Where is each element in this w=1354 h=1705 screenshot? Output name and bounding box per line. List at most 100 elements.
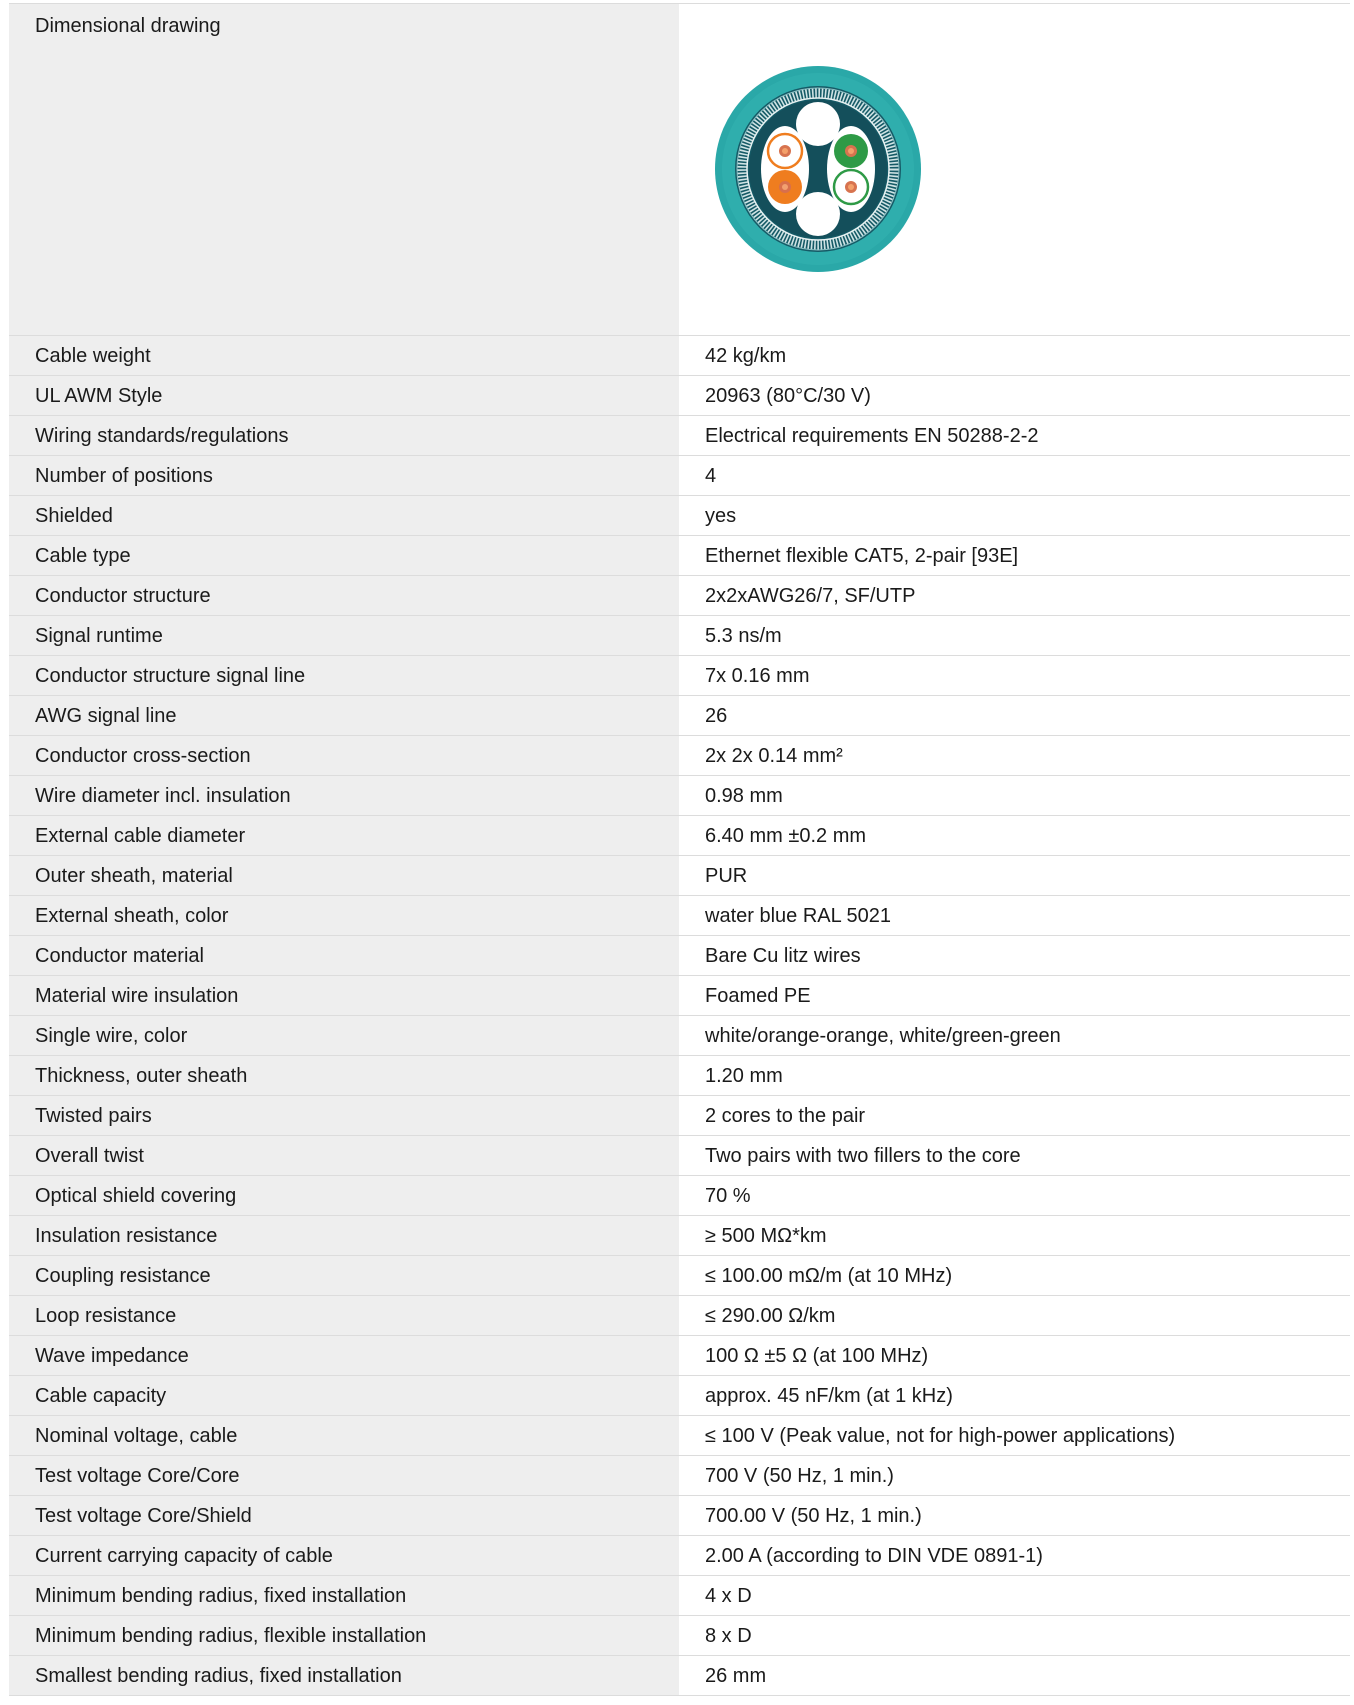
table-row: External sheath, color water blue RAL 502… bbox=[9, 896, 1350, 936]
table-row: External cable diameter 6.40 mm ±0.2 mm bbox=[9, 816, 1350, 856]
row-label: Shielded bbox=[9, 496, 679, 535]
table-row: Thickness, outer sheath 1.20 mm bbox=[9, 1056, 1350, 1096]
row-label: Twisted pairs bbox=[9, 1096, 679, 1135]
row-label: Test voltage Core/Shield bbox=[9, 1496, 679, 1535]
row-value: 6.40 mm ±0.2 mm bbox=[705, 825, 867, 847]
table-row: Material wire insulation Foamed PE bbox=[9, 976, 1350, 1016]
spec-rows: Cable weight 42 kg/km UL AWM Style 20963 (8… bbox=[9, 336, 1350, 1696]
row-value: 8 x D bbox=[705, 1625, 752, 1647]
row-value: 20963 (80°C/30 V) bbox=[705, 385, 871, 407]
row-value: 2x 2x 0.14 mm² bbox=[705, 745, 843, 767]
row-label: Nominal voltage, cable bbox=[9, 1416, 679, 1455]
row-label: Signal runtime bbox=[9, 616, 679, 655]
table-row: Twisted pairs 2 cores to the pair bbox=[9, 1096, 1350, 1136]
table-row: Single wire, color white/orange-orange, w… bbox=[9, 1016, 1350, 1056]
row-value: Foamed PE bbox=[705, 985, 811, 1007]
row-value: 1.20 mm bbox=[705, 1065, 783, 1087]
row-value: 4 x D bbox=[705, 1585, 752, 1607]
row-label: Thickness, outer sheath bbox=[9, 1056, 679, 1095]
table-row: Insulation resistance ≥ 500 MΩ*km bbox=[9, 1216, 1350, 1256]
row-value: ≤ 290.00 Ω/km bbox=[705, 1305, 836, 1327]
row-label: Conductor structure bbox=[9, 576, 679, 615]
row-label: Cable weight bbox=[9, 336, 679, 375]
spec-table: Dimensional drawing Cable weight 42 kg/k… bbox=[9, 3, 1350, 1696]
row-label: Loop resistance bbox=[9, 1296, 679, 1335]
table-row: Signal runtime 5.3 ns/m bbox=[9, 616, 1350, 656]
row-value: 7x 0.16 mm bbox=[705, 665, 810, 687]
table-row: AWG signal line 26 bbox=[9, 696, 1350, 736]
row-value: Ethernet flexible CAT5, 2-pair [93E] bbox=[705, 545, 1019, 567]
row-label: Wave impedance bbox=[9, 1336, 679, 1375]
row-label: Outer sheath, material bbox=[9, 856, 679, 895]
table-row: Cable type Ethernet flexible CAT5, 2-pair… bbox=[9, 536, 1350, 576]
row-value: 2 cores to the pair bbox=[705, 1105, 866, 1127]
row-value: PUR bbox=[705, 865, 748, 887]
row-label: Conductor material bbox=[9, 936, 679, 975]
row-value: Two pairs with two fillers to the core bbox=[705, 1145, 1021, 1167]
row-value: ≥ 500 MΩ*km bbox=[705, 1225, 827, 1247]
row-value: 70 % bbox=[705, 1185, 751, 1207]
row-value: 26 bbox=[705, 705, 728, 727]
table-row-dimensional-drawing: Dimensional drawing bbox=[9, 4, 1350, 336]
row-value: white/orange-orange, white/green-green bbox=[705, 1025, 1061, 1047]
row-value: 5.3 ns/m bbox=[705, 625, 782, 647]
table-row: Loop resistance ≤ 290.00 Ω/km bbox=[9, 1296, 1350, 1336]
table-row: Conductor structure signal line 7x 0.16 m… bbox=[9, 656, 1350, 696]
row-label: AWG signal line bbox=[9, 696, 679, 735]
row-value: ≤ 100 V (Peak value, not for high-power … bbox=[705, 1425, 1176, 1447]
row-value: Electrical requirements EN 50288-2-2 bbox=[705, 425, 1039, 447]
table-row: Wave impedance 100 Ω ±5 Ω (at 100 MHz) bbox=[9, 1336, 1350, 1376]
row-value: 4 bbox=[705, 465, 717, 487]
row-label: Insulation resistance bbox=[9, 1216, 679, 1255]
table-row: Wiring standards/regulations Electrical r… bbox=[9, 416, 1350, 456]
row-value: 700 V (50 Hz, 1 min.) bbox=[705, 1465, 894, 1487]
row-label: Overall twist bbox=[9, 1136, 679, 1175]
row-label: Coupling resistance bbox=[9, 1256, 679, 1295]
table-row: UL AWM Style 20963 (80°C/30 V) bbox=[9, 376, 1350, 416]
row-label: Cable capacity bbox=[9, 1376, 679, 1415]
table-row: Cable weight 42 kg/km bbox=[9, 336, 1350, 376]
row-value: 26 mm bbox=[705, 1665, 767, 1687]
table-row: Nominal voltage, cable ≤ 100 V (Peak valu… bbox=[9, 1416, 1350, 1456]
row-label: Minimum bending radius, fixed installati… bbox=[9, 1576, 679, 1615]
table-row: Wire diameter incl. insulation 0.98 mm bbox=[9, 776, 1350, 816]
row-value: ≤ 100.00 mΩ/m (at 10 MHz) bbox=[705, 1265, 953, 1287]
row-label: Cable type bbox=[9, 536, 679, 575]
table-row: Coupling resistance ≤ 100.00 mΩ/m (at 10 … bbox=[9, 1256, 1350, 1296]
table-row: Smallest bending radius, fixed installat… bbox=[9, 1656, 1350, 1696]
table-row: Minimum bending radius, fixed installati… bbox=[9, 1576, 1350, 1616]
row-value: Bare Cu litz wires bbox=[705, 945, 861, 967]
row-label: Dimensional drawing bbox=[9, 4, 679, 335]
row-label: Minimum bending radius, flexible install… bbox=[9, 1616, 679, 1655]
row-value: water blue RAL 5021 bbox=[705, 905, 892, 927]
row-label: Current carrying capacity of cable bbox=[9, 1536, 679, 1575]
row-label: Wire diameter incl. insulation bbox=[9, 776, 679, 815]
table-row: Test voltage Core/Core 700 V (50 Hz, 1 mi… bbox=[9, 1456, 1350, 1496]
row-label: Test voltage Core/Core bbox=[9, 1456, 679, 1495]
drawing-cell bbox=[679, 4, 1350, 335]
row-label: Single wire, color bbox=[9, 1016, 679, 1055]
row-label: External sheath, color bbox=[9, 896, 679, 935]
cable-cross-section-image bbox=[715, 66, 921, 272]
row-value: 0.98 mm bbox=[705, 785, 783, 807]
table-row: Conductor material Bare Cu litz wires bbox=[9, 936, 1350, 976]
table-row: Optical shield covering 70 % bbox=[9, 1176, 1350, 1216]
table-row: Test voltage Core/Shield 700.00 V (50 Hz,… bbox=[9, 1496, 1350, 1536]
row-label: External cable diameter bbox=[9, 816, 679, 855]
row-value: 42 kg/km bbox=[705, 345, 787, 367]
table-row: Overall twist Two pairs with two fillers … bbox=[9, 1136, 1350, 1176]
row-label: Conductor cross-section bbox=[9, 736, 679, 775]
row-value: 700.00 V (50 Hz, 1 min.) bbox=[705, 1505, 922, 1527]
table-row: Minimum bending radius, flexible install… bbox=[9, 1616, 1350, 1656]
row-label: Material wire insulation bbox=[9, 976, 679, 1015]
row-value: approx. 45 nF/km (at 1 kHz) bbox=[705, 1385, 953, 1407]
row-value: 100 Ω ±5 Ω (at 100 MHz) bbox=[705, 1345, 929, 1367]
table-row: Conductor cross-section 2x 2x 0.14 mm² bbox=[9, 736, 1350, 776]
table-row: Shielded yes bbox=[9, 496, 1350, 536]
table-row: Cable capacity approx. 45 nF/km (at 1 kHz… bbox=[9, 1376, 1350, 1416]
row-value: 2x2xAWG26/7, SF/UTP bbox=[705, 585, 916, 607]
row-label: Optical shield covering bbox=[9, 1176, 679, 1215]
table-row: Outer sheath, material PUR bbox=[9, 856, 1350, 896]
row-value: yes bbox=[705, 505, 737, 527]
row-label: Number of positions bbox=[9, 456, 679, 495]
